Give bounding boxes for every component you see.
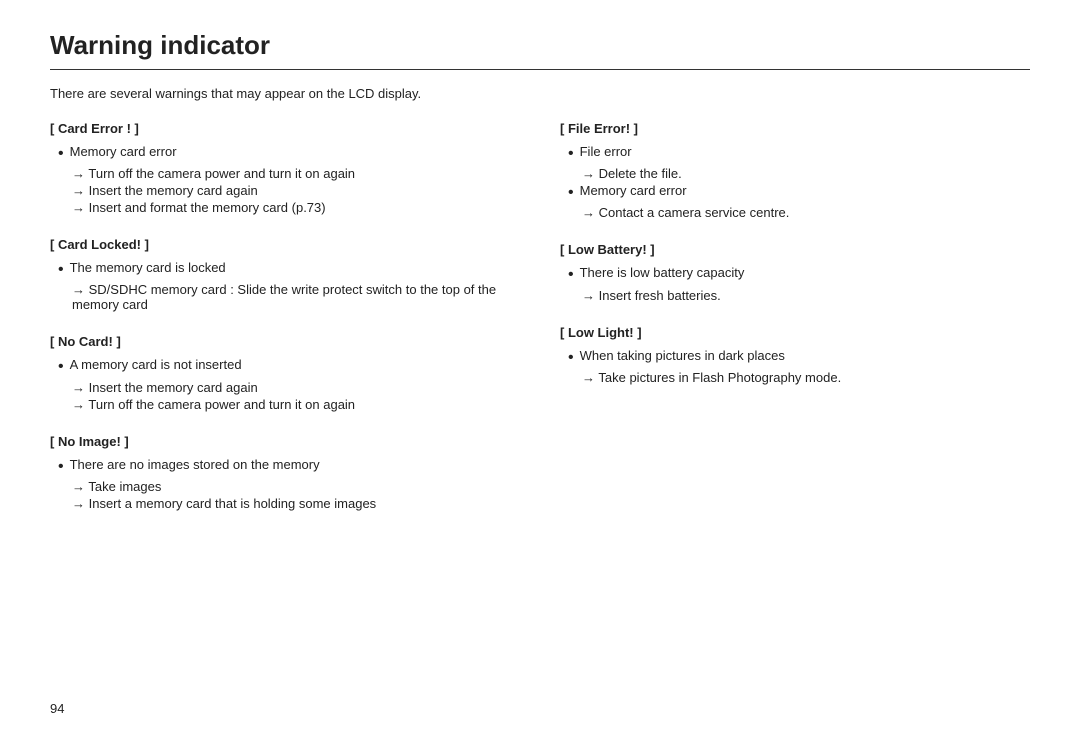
sub-item: → SD/SDHC memory card : Slide the write … [50, 282, 520, 312]
bullet-item: • There are no images stored on the memor… [50, 457, 520, 476]
bullet-item: • The memory card is locked [50, 260, 520, 279]
bullet-dot: • [58, 457, 64, 476]
section-no-image: [ No Image! ] • There are no images stored… [50, 434, 520, 511]
content-columns: [ Card Error ! ] • Memory card error → Turn… [50, 121, 1030, 533]
bullet-item: • There is low battery capacity [560, 265, 1030, 284]
section-card-locked: [ Card Locked! ] • The memory card is lock… [50, 237, 520, 312]
sub-item: → Insert the memory card again [50, 183, 520, 198]
sub-item: → Take pictures in Flash Photography mod… [560, 370, 1030, 385]
bullet-text: There is low battery capacity [580, 265, 745, 280]
intro-text: There are several warnings that may appe… [50, 86, 1030, 101]
sub-item: → Turn off the camera power and turn it … [50, 397, 520, 412]
bullet-dot: • [568, 265, 574, 284]
bullet-text: A memory card is not inserted [70, 357, 242, 372]
bullet-item: • A memory card is not inserted [50, 357, 520, 376]
sub-item: → Delete the file. [560, 166, 1030, 181]
section-file-error: [ File Error! ] • File error → Delete the f… [560, 121, 1030, 220]
section-title-low-battery: [ Low Battery! ] [560, 242, 1030, 257]
section-title-no-card: [ No Card! ] [50, 334, 520, 349]
section-title-card-error: [ Card Error ! ] [50, 121, 520, 136]
section-low-light: [ Low Light! ] • When taking pictures in d… [560, 325, 1030, 385]
bullet-dot: • [568, 348, 574, 367]
title-divider [50, 69, 1030, 70]
bullet-text: When taking pictures in dark places [580, 348, 785, 363]
sub-item: → Insert the memory card again [50, 380, 520, 395]
section-title-no-image: [ No Image! ] [50, 434, 520, 449]
bullet-dot: • [58, 144, 64, 163]
sub-item: → Contact a camera service centre. [560, 205, 1030, 220]
bullet-item: • Memory card error [560, 183, 1030, 202]
page-title: Warning indicator [50, 30, 1030, 61]
section-title-file-error: [ File Error! ] [560, 121, 1030, 136]
sub-item: → Take images [50, 479, 520, 494]
bullet-item: • Memory card error [50, 144, 520, 163]
sub-item: → Insert fresh batteries. [560, 288, 1030, 303]
section-title-card-locked: [ Card Locked! ] [50, 237, 520, 252]
bullet-item: • When taking pictures in dark places [560, 348, 1030, 367]
section-card-error: [ Card Error ! ] • Memory card error → Turn… [50, 121, 520, 215]
left-column: [ Card Error ! ] • Memory card error → Turn… [50, 121, 520, 533]
section-low-battery: [ Low Battery! ] • There is low battery ca… [560, 242, 1030, 302]
right-column: [ File Error! ] • File error → Delete the f… [560, 121, 1030, 533]
bullet-dot: • [568, 183, 574, 202]
section-title-low-light: [ Low Light! ] [560, 325, 1030, 340]
sub-item: → Insert and format the memory card (p.7… [50, 200, 520, 215]
sub-item: → Turn off the camera power and turn it … [50, 166, 520, 181]
page-number: 94 [50, 701, 64, 716]
bullet-text: Memory card error [580, 183, 687, 198]
bullet-text: File error [580, 144, 632, 159]
bullet-text: The memory card is locked [70, 260, 226, 275]
bullet-dot: • [58, 357, 64, 376]
bullet-text: Memory card error [70, 144, 177, 159]
bullet-item: • File error [560, 144, 1030, 163]
bullet-dot: • [58, 260, 64, 279]
section-no-card: [ No Card! ] • A memory card is not insert… [50, 334, 520, 411]
bullet-dot: • [568, 144, 574, 163]
sub-item: → Insert a memory card that is holding s… [50, 496, 520, 511]
bullet-text: There are no images stored on the memory [70, 457, 320, 472]
